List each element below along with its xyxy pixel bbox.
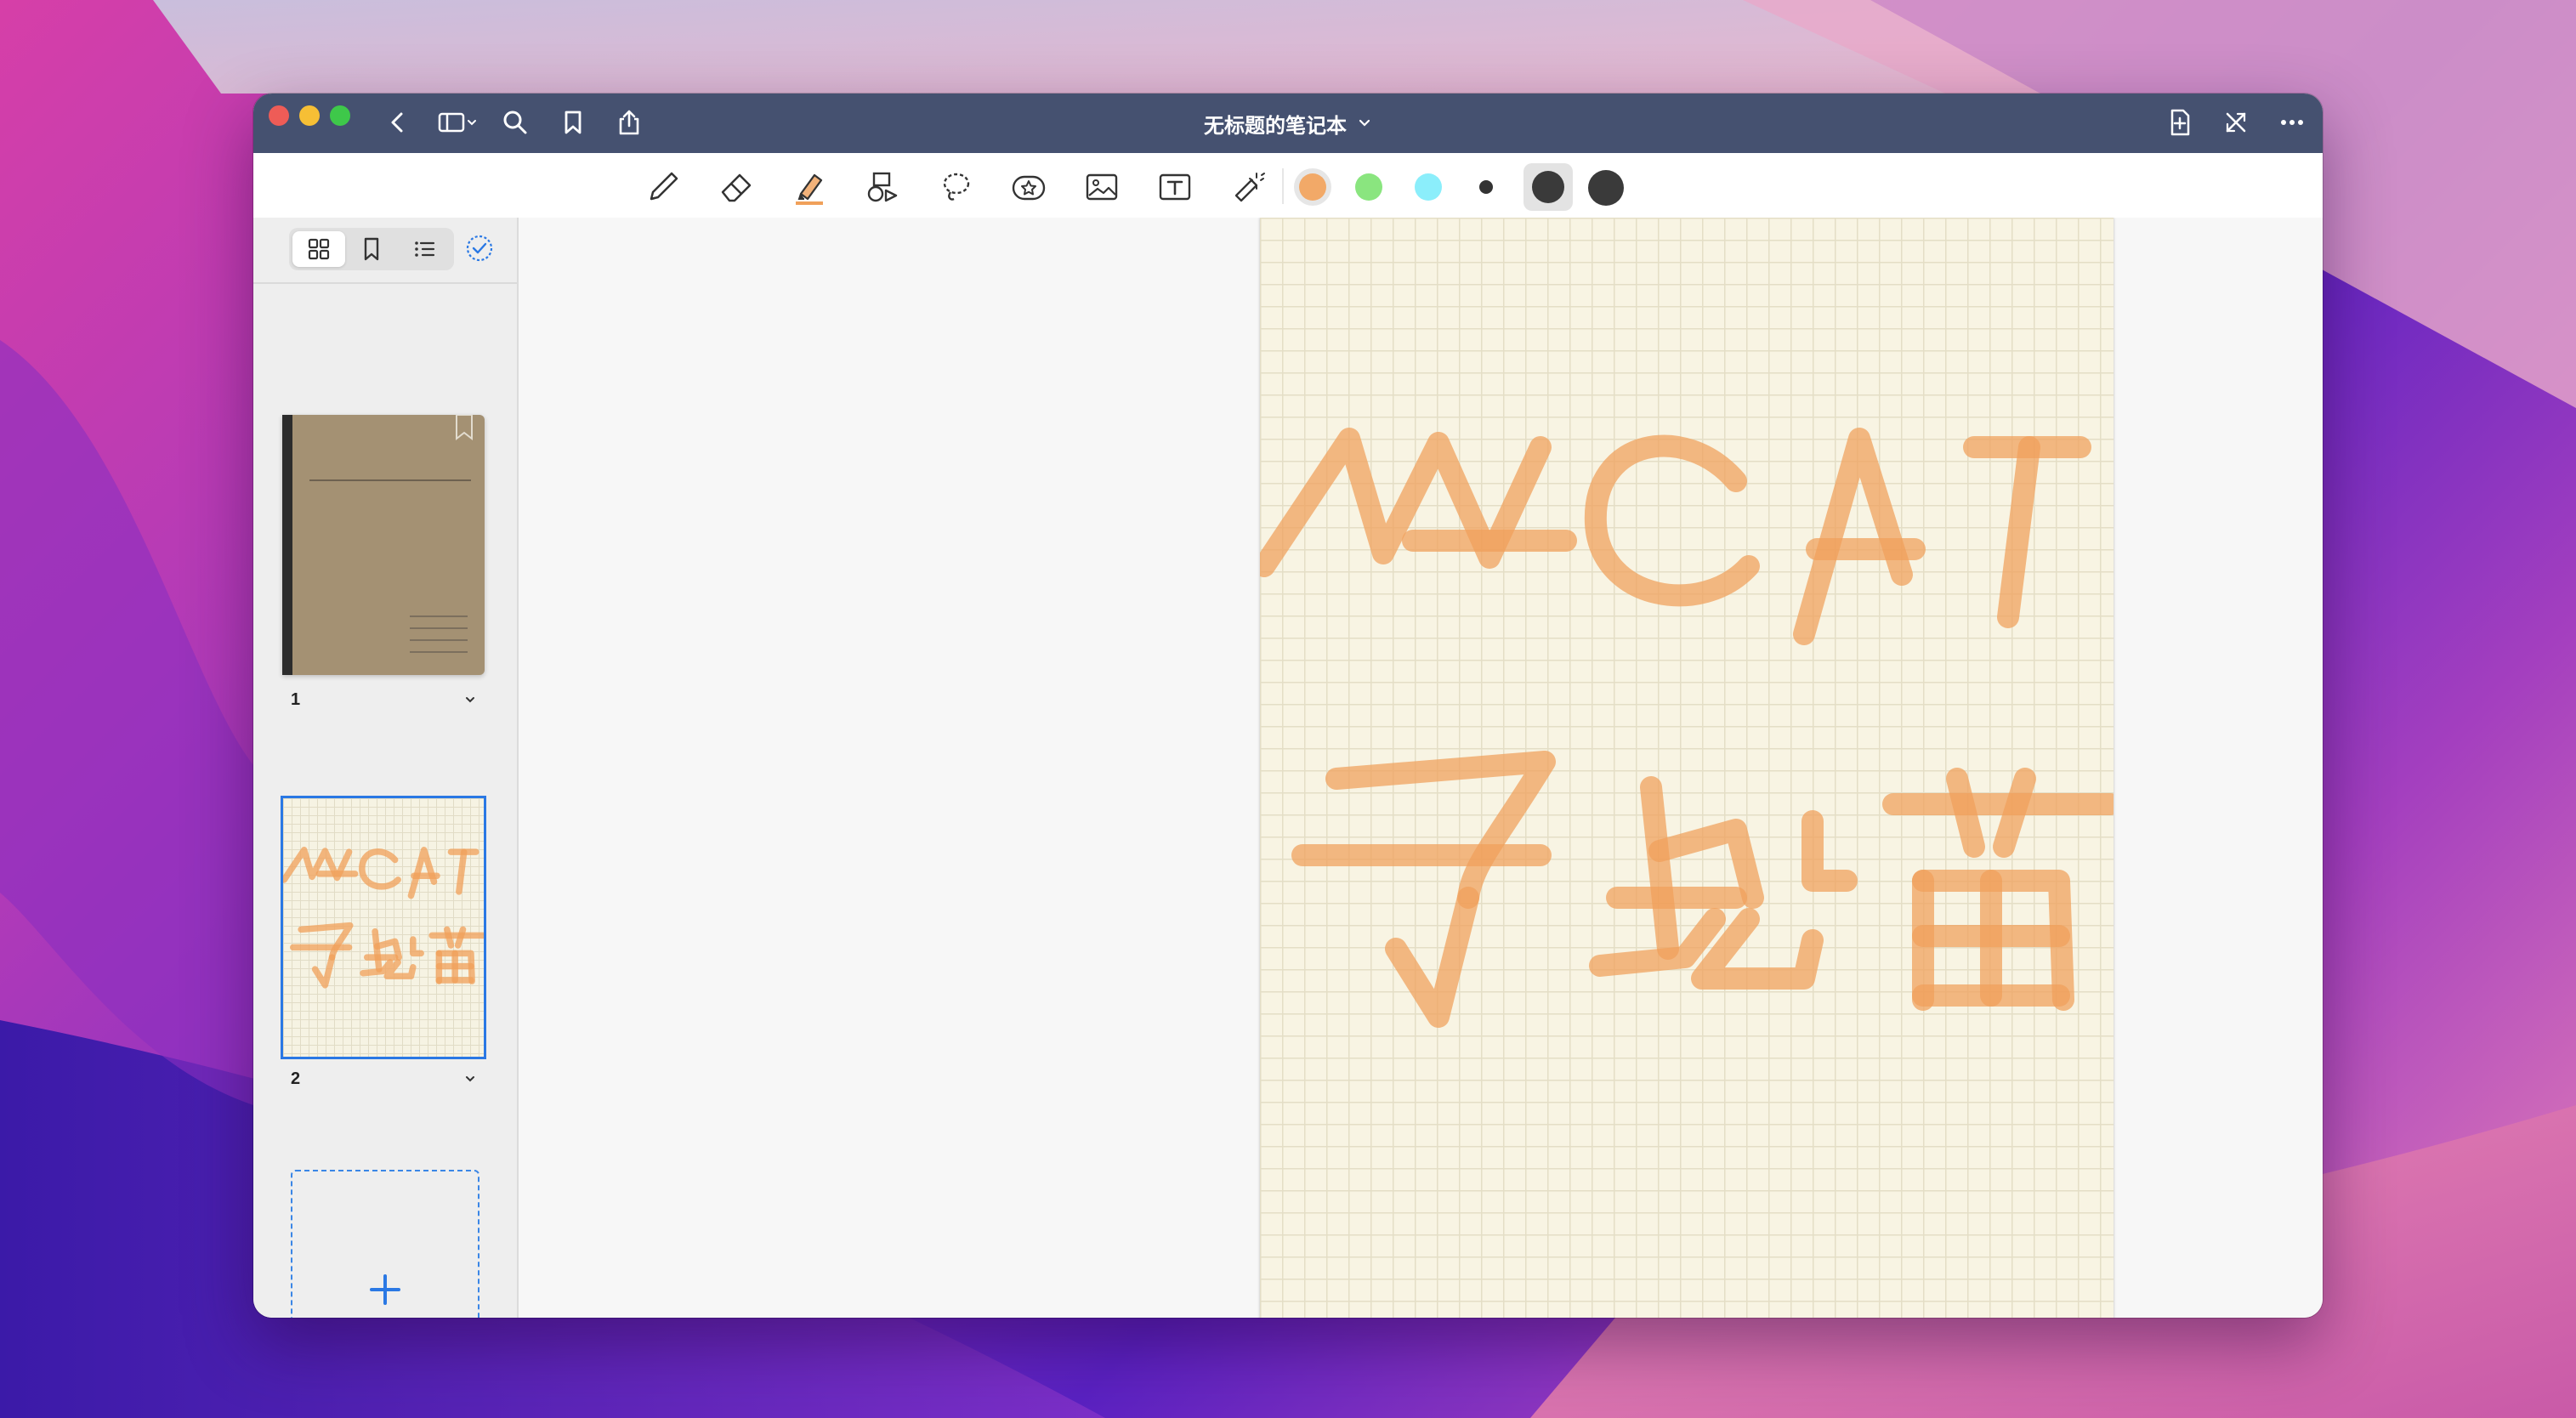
cover-title-line bbox=[309, 479, 471, 481]
cover-spine bbox=[282, 415, 292, 675]
page-bookmark-icon[interactable] bbox=[454, 415, 474, 442]
color-swatch-green[interactable] bbox=[1355, 173, 1382, 201]
close-fullscreen-icon[interactable] bbox=[2219, 105, 2253, 139]
stroke-size-small[interactable] bbox=[1479, 180, 1493, 194]
sidebar-toggle-icon[interactable] bbox=[434, 105, 481, 139]
color-swatch-cyan[interactable] bbox=[1415, 173, 1442, 201]
text-icon[interactable] bbox=[1153, 165, 1197, 209]
grid-view-icon[interactable] bbox=[292, 231, 345, 267]
handwritten-drawing bbox=[1260, 428, 2114, 1028]
cover-line bbox=[410, 651, 468, 653]
view-mode-segmented-control bbox=[289, 228, 454, 270]
back-icon[interactable] bbox=[381, 105, 415, 139]
stroke-size-large[interactable] bbox=[1588, 170, 1624, 206]
toolbar-separator bbox=[1282, 168, 1284, 204]
page-thumbnail-1[interactable] bbox=[282, 415, 485, 675]
drawing-toolbar bbox=[253, 153, 2323, 219]
shapes-icon[interactable] bbox=[860, 165, 905, 209]
color-swatch-orange[interactable] bbox=[1299, 173, 1326, 201]
sidebar-divider bbox=[253, 282, 517, 284]
cover-line bbox=[410, 639, 468, 641]
select-pages-icon[interactable] bbox=[464, 233, 495, 264]
laser-pointer-icon[interactable] bbox=[1226, 165, 1270, 209]
image-icon[interactable] bbox=[1080, 165, 1124, 209]
page-thumbnail-2[interactable] bbox=[281, 796, 486, 1059]
notebook-title[interactable]: 无标题的笔记本 bbox=[1204, 109, 1347, 139]
eraser-icon[interactable] bbox=[714, 165, 758, 209]
plus-icon bbox=[370, 1274, 400, 1305]
bookmarks-icon[interactable] bbox=[345, 231, 398, 267]
stroke-size-medium[interactable] bbox=[1532, 171, 1564, 203]
chevron-down-icon[interactable] bbox=[1357, 116, 1372, 131]
page-2-preview-drawing bbox=[283, 847, 484, 989]
add-page-icon[interactable] bbox=[2163, 105, 2197, 139]
notebook-page[interactable] bbox=[1260, 218, 2114, 1318]
highlighter-icon[interactable] bbox=[787, 165, 831, 209]
share-icon[interactable] bbox=[612, 105, 646, 139]
titlebar: 无标题的笔记本 bbox=[253, 94, 2323, 153]
lasso-icon[interactable] bbox=[933, 165, 978, 209]
pen-icon[interactable] bbox=[641, 165, 685, 209]
page-number-1: 1 bbox=[291, 690, 301, 709]
bookmark-icon[interactable] bbox=[556, 105, 590, 139]
cover-line bbox=[410, 627, 468, 629]
chevron-down-icon[interactable] bbox=[462, 1071, 478, 1086]
maximize-window-button[interactable] bbox=[330, 105, 350, 126]
page-sidebar: 1 2 bbox=[253, 218, 519, 1318]
canvas-area[interactable] bbox=[519, 218, 2323, 1318]
page-number-2: 2 bbox=[291, 1069, 301, 1088]
app-window: 无标题的笔记本 1 2 bbox=[253, 94, 2323, 1318]
sticker-icon[interactable] bbox=[1007, 165, 1051, 209]
add-page-button[interactable] bbox=[291, 1170, 479, 1318]
more-icon[interactable] bbox=[2275, 105, 2309, 139]
cover-line bbox=[410, 615, 468, 617]
close-window-button[interactable] bbox=[269, 105, 289, 126]
minimize-window-button[interactable] bbox=[299, 105, 320, 126]
search-icon[interactable] bbox=[498, 105, 532, 139]
chevron-down-icon[interactable] bbox=[462, 692, 478, 707]
outline-icon[interactable] bbox=[398, 231, 451, 267]
